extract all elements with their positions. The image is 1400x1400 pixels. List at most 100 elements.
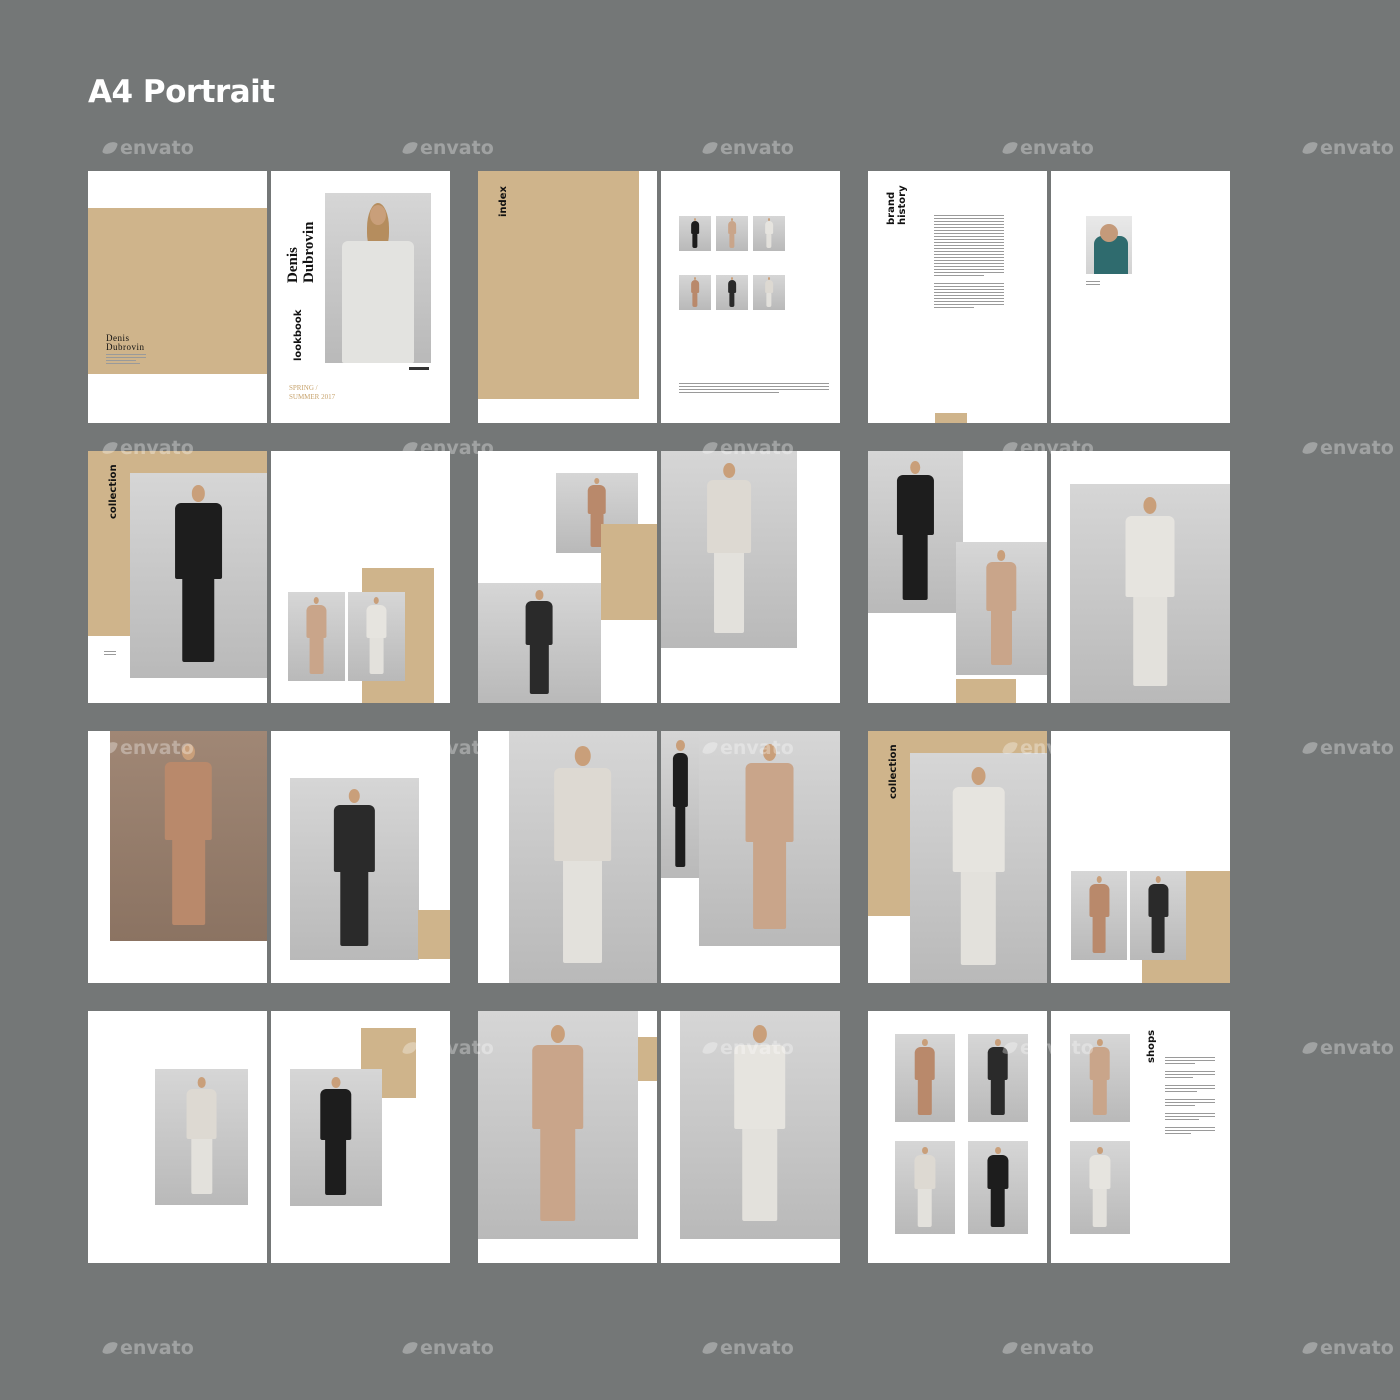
collection-b-left-page: collection: [868, 731, 1047, 983]
index-thumb: [679, 216, 711, 251]
cover-season-line2: SUMMER 2017: [289, 393, 336, 401]
shops-photo-bottom: [1070, 1141, 1130, 1234]
envato-watermark-text: envato: [1020, 137, 1094, 159]
model-figure: [893, 460, 939, 604]
black-top-portrait-photo: [509, 731, 657, 983]
model-figure: [946, 766, 1011, 969]
collection-b-thumb-2: [1130, 871, 1186, 960]
model-figure: [317, 1077, 356, 1198]
envato-leaf-icon: [1301, 1339, 1319, 1357]
envato-watermark: envato: [401, 137, 494, 159]
model-figure: [170, 485, 228, 665]
spread10-right-page: [271, 1011, 450, 1263]
white-outfit-front-photo: [478, 1011, 638, 1239]
spread10-left-page: [88, 1011, 267, 1263]
envato-watermark-text: envato: [1020, 1337, 1094, 1359]
envato-watermark: envato: [1001, 137, 1094, 159]
brand-tan-tab: [935, 413, 967, 423]
spread5-right-page: [661, 451, 840, 703]
envato-watermark-text: envato: [1320, 1037, 1394, 1059]
spread6-left-page: [868, 451, 1047, 703]
index-left-page: index: [478, 171, 657, 423]
brand-title-line2: history: [897, 185, 908, 225]
model-figure: [1088, 1039, 1113, 1116]
shops-thumb-1: [895, 1034, 955, 1122]
spread5-tan-block: [601, 524, 657, 620]
wrap-jacket-photo: [910, 753, 1047, 983]
model-figure: [727, 277, 737, 308]
envato-watermark: envato: [1301, 137, 1394, 159]
cover-label-lookbook: lookbook: [293, 309, 304, 361]
envato-watermark-text: envato: [1320, 737, 1394, 759]
cover-back-author-name: Denis Dubrovin: [106, 334, 145, 352]
shops-left-page: [868, 1011, 1047, 1263]
envato-watermark-text: envato: [120, 137, 194, 159]
model-figure: [764, 218, 774, 249]
model-figure: [986, 1039, 1011, 1116]
envato-leaf-icon: [401, 1339, 419, 1357]
model-figure: [329, 788, 380, 949]
envato-leaf-icon: [1001, 1339, 1019, 1357]
model-figure: [912, 1146, 938, 1229]
index-section-title: index: [498, 186, 509, 217]
model-figure: [690, 218, 700, 249]
envato-leaf-icon: [1301, 739, 1319, 757]
collection-two-models-photo: [130, 473, 267, 678]
brand-history-right-page: [1051, 171, 1230, 423]
index-right-page: [661, 171, 840, 423]
envato-leaf-icon: [1301, 1039, 1319, 1057]
cover-season-line1: SPRING /: [289, 384, 318, 392]
shops-thumb-2: [968, 1034, 1028, 1122]
spread8-left-page: [478, 731, 657, 983]
cover-front-name-line2: Dubrovin: [301, 221, 317, 283]
model-figure: [548, 746, 619, 968]
envato-watermark: envato: [101, 137, 194, 159]
index-thumb: [753, 275, 785, 310]
spread5-left-page: [478, 451, 657, 703]
model-figure: [182, 1077, 220, 1197]
spread6-right-page: [1051, 451, 1230, 703]
model-figure: [701, 462, 756, 636]
cover-front-author-name: Denis Dubrovin: [285, 222, 317, 283]
envato-leaf-icon: [701, 139, 719, 157]
cover-front-page: Denis Dubrovin lookbook SPRING / SUMMER …: [271, 171, 450, 423]
collection-thumb-dress: [288, 592, 345, 681]
brand-section-title: brand history: [886, 185, 908, 225]
brand-text-column-2: [934, 283, 1004, 310]
envato-watermark: envato: [401, 1337, 494, 1359]
model-figure: [739, 743, 800, 933]
cover-season: SPRING / SUMMER 2017: [289, 384, 335, 402]
envato-leaf-icon: [401, 139, 419, 157]
envato-watermark: envato: [701, 1337, 794, 1359]
brand-title-line1: brand: [886, 191, 897, 225]
black-dress-back-photo: [868, 451, 963, 613]
envato-watermark: envato: [1301, 1037, 1394, 1059]
cover-back-page: Denis Dubrovin: [88, 171, 267, 423]
two-models-tops-photo: [661, 451, 797, 648]
envato-watermark-text: envato: [720, 137, 794, 159]
model-figure: [690, 277, 700, 308]
model-figure: [159, 743, 218, 929]
spread7-left-page: [88, 731, 267, 983]
envato-watermark: envato: [1001, 1337, 1094, 1359]
envato-watermark-text: envato: [720, 1337, 794, 1359]
shorts-outfit-photo: [155, 1069, 248, 1205]
index-thumb: [716, 216, 748, 251]
spread7-right-page: [271, 731, 450, 983]
envato-watermark: envato: [1301, 737, 1394, 759]
model-figure: [764, 277, 774, 308]
index-thumb: [753, 216, 785, 251]
envato-watermark: envato: [101, 1337, 194, 1359]
shops-section-title: shops: [1146, 1029, 1157, 1063]
model-figure: [526, 1024, 590, 1226]
shops-thumb-3: [895, 1141, 955, 1234]
envato-leaf-icon: [1301, 139, 1319, 157]
envato-watermark-text: envato: [120, 1337, 194, 1359]
model-figure: [1087, 1146, 1113, 1229]
cover-tag: [409, 367, 429, 370]
envato-watermark-text: envato: [1320, 137, 1394, 159]
spread11-right-page: [661, 1011, 840, 1263]
envato-watermark: envato: [701, 137, 794, 159]
spread7-tan-block: [418, 910, 450, 959]
cover-back-name-line2: Dubrovin: [106, 342, 145, 352]
